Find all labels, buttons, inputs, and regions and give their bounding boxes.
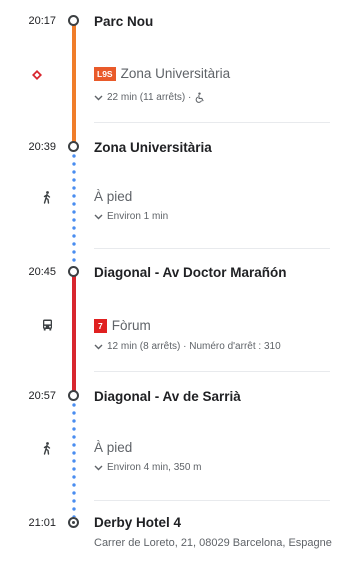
destination-name[interactable]: Derby Hotel 4: [94, 515, 181, 530]
stop-node: [68, 390, 79, 401]
stop-node: [68, 266, 79, 277]
stop-time: 21:01: [28, 517, 56, 529]
destination-address: Carrer de Loreto, 21, 08029 Barcelona, E…: [94, 537, 332, 549]
leg-details-toggle[interactable]: 22 min (11 arrêts) ·: [94, 92, 205, 103]
stop-time: 20:17: [28, 15, 56, 27]
stop-node: [68, 15, 79, 26]
line-destination: Zona Universitària: [120, 66, 231, 81]
leg-detail-text: Environ 4 min, 350 m: [107, 462, 202, 473]
walk-label: À pied: [94, 440, 133, 455]
bus-route-line: [72, 275, 76, 392]
leg-details-toggle[interactable]: Environ 4 min, 350 m: [94, 462, 202, 473]
chevron-down-icon: [94, 344, 103, 349]
stop-name[interactable]: Zona Universitària: [94, 140, 212, 155]
bus-icon: [40, 318, 54, 332]
stop-name[interactable]: Diagonal - Av Doctor Marañón: [94, 265, 287, 280]
walking-icon: [40, 441, 54, 455]
wheelchair-icon: [196, 92, 204, 103]
metro-icon: [30, 68, 44, 82]
leg-details-toggle[interactable]: Environ 1 min: [94, 211, 168, 222]
stop-name[interactable]: Parc Nou: [94, 14, 153, 29]
chevron-down-icon: [94, 95, 103, 100]
divider: [94, 371, 330, 372]
divider: [94, 122, 330, 123]
transit-line-title[interactable]: 7 Fòrum: [94, 318, 151, 333]
line-destination: Fòrum: [111, 318, 151, 333]
stop-time: 20:57: [28, 390, 56, 402]
walk-label: À pied: [94, 189, 133, 204]
leg-detail-text: 22 min (11 arrêts) ·: [107, 92, 192, 103]
stop-time: 20:39: [28, 141, 56, 153]
chevron-down-icon: [94, 465, 103, 470]
line-badge: 7: [94, 318, 107, 333]
destination-node: [68, 517, 79, 528]
chevron-down-icon: [94, 214, 103, 219]
line-badge: L9S: [94, 66, 116, 81]
leg-detail-text: Environ 1 min: [107, 211, 169, 222]
stop-time: 20:45: [28, 266, 56, 278]
leg-detail-text: 12 min (8 arrêts) · Numéro d'arrêt : 310: [107, 341, 281, 352]
divider: [94, 500, 330, 501]
stop-name[interactable]: Diagonal - Av de Sarrià: [94, 389, 241, 404]
stop-node: [68, 141, 79, 152]
walk-route-dots: [72, 152, 76, 266]
divider: [94, 248, 330, 249]
walking-icon: [40, 190, 54, 204]
metro-route-line: [72, 25, 76, 143]
leg-details-toggle[interactable]: 12 min (8 arrêts) · Numéro d'arrêt : 310: [94, 341, 281, 352]
transit-line-title[interactable]: L9S Zona Universitària: [94, 66, 230, 81]
walk-route-dots: [72, 401, 76, 517]
